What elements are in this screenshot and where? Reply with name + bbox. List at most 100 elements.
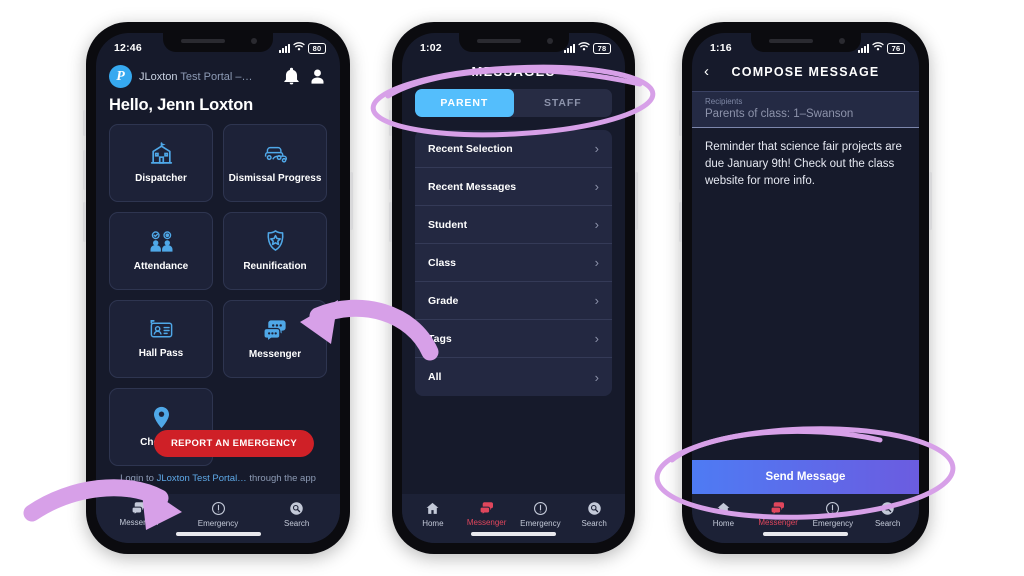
back-chevron-icon[interactable]: ‹	[704, 63, 720, 80]
tab-messenger[interactable]: Messenger	[100, 501, 179, 527]
list-item-student[interactable]: Student ›	[415, 206, 612, 244]
wifi-icon	[872, 42, 884, 54]
wifi-icon	[293, 42, 305, 54]
portal-name[interactable]: JLoxton Test Portal –…	[139, 71, 275, 83]
school-building-icon	[149, 141, 174, 166]
portal-logo-icon: P	[109, 65, 132, 88]
phone3-mute-switch[interactable]	[679, 110, 682, 136]
phone2-home-indicator	[402, 532, 625, 543]
list-item-label: Recent Messages	[428, 180, 517, 193]
tile-label: Hall Pass	[138, 348, 184, 359]
phone3-battery-level: 76	[887, 42, 905, 54]
id-card-icon	[148, 318, 175, 341]
tab-home[interactable]: Home	[696, 501, 751, 528]
tile-attendance[interactable]: Attendance	[109, 212, 213, 290]
phone1-mute-switch[interactable]	[83, 110, 86, 136]
phone3-home-indicator	[692, 532, 919, 543]
chevron-right-icon: ›	[594, 293, 599, 308]
cellular-signal-icon	[858, 43, 869, 53]
tab-label: Search	[581, 519, 607, 528]
screenshot-root: 12:46 80 P JLoxton Test Portal –… Hello,…	[0, 0, 1024, 576]
segment-staff[interactable]: STAFF	[514, 89, 613, 117]
tab-label: Messenger	[466, 518, 507, 527]
tab-search[interactable]: Search	[860, 501, 915, 528]
login-note: Login to JLoxton Test Portal… through th…	[96, 466, 340, 484]
tile-label: Reunification	[243, 261, 307, 272]
chevron-right-icon: ›	[594, 141, 599, 156]
list-item-tags[interactable]: Tags ›	[415, 320, 612, 358]
message-body-input[interactable]: Reminder that science fair projects are …	[692, 128, 919, 460]
phone3-power-button[interactable]	[929, 172, 932, 230]
chevron-right-icon: ›	[594, 179, 599, 194]
two-people-check-icon	[148, 230, 175, 254]
list-item-grade[interactable]: Grade ›	[415, 282, 612, 320]
home-icon	[716, 501, 731, 516]
chat-bubbles-icon	[262, 318, 289, 342]
list-item-recent-selection[interactable]: Recent Selection ›	[415, 130, 612, 168]
tile-label: Dismissal Progress	[228, 173, 322, 184]
tab-emergency[interactable]: Emergency	[179, 501, 258, 528]
tile-messenger[interactable]: Messenger	[223, 300, 327, 378]
tab-label: Messenger	[119, 518, 160, 527]
phone3-bottom-tabbar: Home Messenger Emergency Search	[692, 494, 919, 532]
phone-1-home-screen: 12:46 80 P JLoxton Test Portal –… Hello,…	[83, 22, 353, 554]
tab-messenger[interactable]: Messenger	[460, 501, 514, 527]
phone2-bottom-tabbar: Home Messenger Emergency Search	[402, 494, 625, 532]
search-icon	[289, 501, 304, 516]
phone2-power-button[interactable]	[635, 172, 638, 230]
phone1-home-indicator	[96, 532, 340, 543]
phone2-volume-up-button[interactable]	[389, 150, 392, 190]
phone1-notch	[163, 33, 273, 52]
tab-emergency[interactable]: Emergency	[806, 501, 861, 528]
phone1-volume-up-button[interactable]	[83, 150, 86, 190]
login-note-portal[interactable]: JLoxton Test Portal…	[157, 473, 247, 484]
user-profile-icon[interactable]	[308, 67, 327, 86]
tile-label: Attendance	[133, 260, 189, 272]
list-item-recent-messages[interactable]: Recent Messages ›	[415, 168, 612, 206]
phone3-volume-down-button[interactable]	[679, 202, 682, 242]
tile-dismissal-progress[interactable]: Dismissal Progress	[223, 124, 327, 202]
tab-emergency[interactable]: Emergency	[514, 501, 568, 528]
greeting-text: Hello, Jenn Loxton	[109, 96, 253, 114]
portal-name-rest: Test Portal –…	[177, 70, 253, 83]
cars-icon	[262, 141, 289, 166]
police-badge-icon	[263, 229, 288, 254]
phone1-power-button[interactable]	[350, 172, 353, 230]
report-an-emergency-button[interactable]: REPORT AN EMERGENCY	[153, 430, 315, 457]
tab-label: Search	[874, 519, 901, 528]
tab-messenger[interactable]: Messenger	[751, 501, 806, 527]
audience-segmented-control: PARENT STAFF	[415, 89, 612, 117]
recipients-label: Recipients	[705, 97, 743, 106]
phone1-volume-down-button[interactable]	[83, 202, 86, 242]
tile-hall-pass[interactable]: Hall Pass	[109, 300, 213, 378]
cellular-signal-icon	[279, 43, 290, 53]
map-pin-icon	[149, 405, 174, 430]
feature-tile-grid: Dispatcher Dismissal Progress Attendance…	[96, 124, 340, 466]
segment-parent[interactable]: PARENT	[415, 89, 514, 117]
list-item-all[interactable]: All ›	[415, 358, 612, 396]
notifications-bell-icon[interactable]	[282, 67, 301, 86]
recipients-field[interactable]: Recipients Parents of class: 1–Swanson	[692, 91, 919, 128]
tile-dispatcher[interactable]: Dispatcher	[109, 124, 213, 202]
list-item-class[interactable]: Class ›	[415, 244, 612, 282]
chevron-right-icon: ›	[594, 331, 599, 346]
tab-label: Emergency	[197, 519, 239, 528]
send-message-button[interactable]: Send Message	[692, 460, 919, 494]
list-item-label: Class	[428, 256, 457, 269]
tab-search[interactable]: Search	[257, 501, 336, 528]
phone-2-messages-screen: 1:02 78 MESSAGES PARENT STAFF Recent Sel…	[389, 22, 638, 554]
chat-bubbles-icon	[131, 501, 147, 515]
phone1-screen: 12:46 80 P JLoxton Test Portal –… Hello,…	[96, 33, 340, 543]
tab-search[interactable]: Search	[567, 501, 621, 528]
search-icon	[587, 501, 602, 516]
list-item-label: All	[428, 371, 442, 383]
compose-page-title: COMPOSE MESSAGE	[731, 64, 880, 79]
tile-reunification[interactable]: Reunification	[223, 212, 327, 290]
compose-header: ‹ COMPOSE MESSAGE	[692, 59, 919, 91]
home-icon	[425, 501, 440, 516]
tab-home[interactable]: Home	[406, 501, 460, 528]
phone2-volume-down-button[interactable]	[389, 202, 392, 242]
list-item-label: Recent Selection	[428, 142, 513, 155]
phone2-mute-switch[interactable]	[389, 110, 392, 136]
phone3-volume-up-button[interactable]	[679, 150, 682, 190]
